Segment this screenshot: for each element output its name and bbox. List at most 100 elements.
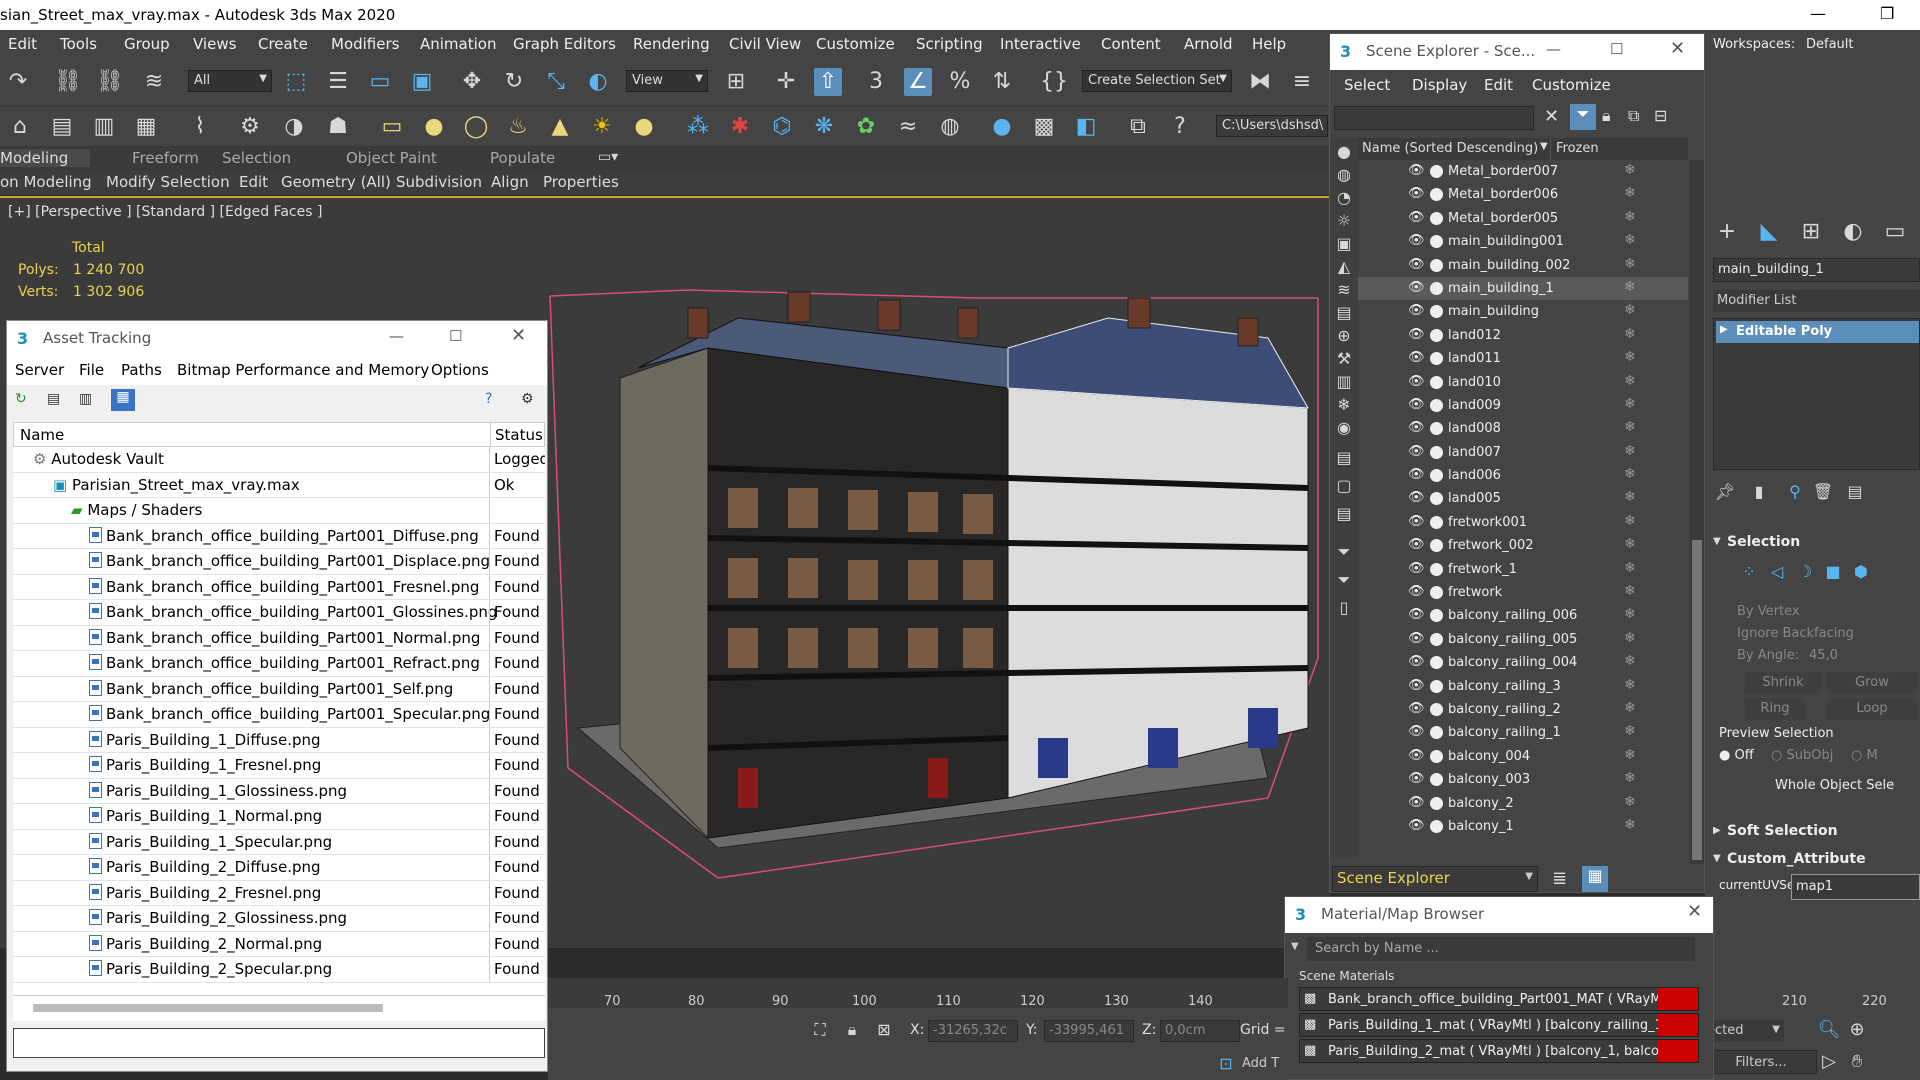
menu-scripting[interactable]: Scripting bbox=[916, 35, 983, 53]
container-icon[interactable]: ⌂ bbox=[6, 113, 34, 141]
layers-icon[interactable]: ≣ bbox=[1552, 868, 1567, 889]
menu-interactive[interactable]: Interactive bbox=[1000, 35, 1081, 53]
curve-editor-icon[interactable]: ⌇ bbox=[186, 113, 214, 141]
freeze-icon[interactable]: ❄ bbox=[1624, 630, 1636, 646]
visibility-eye-icon[interactable]: 👁︎ bbox=[1408, 818, 1425, 833]
render-toggle-icon[interactable] bbox=[1430, 749, 1443, 763]
hidden-filter-icon[interactable]: ◉ bbox=[1330, 414, 1358, 442]
maximize-button[interactable]: ☐ bbox=[449, 327, 462, 345]
visibility-eye-icon[interactable]: 👁︎ bbox=[1408, 795, 1425, 810]
freeze-icon[interactable]: ❄ bbox=[1624, 770, 1636, 786]
render-toggle-icon[interactable] bbox=[1430, 328, 1443, 342]
detail-view-icon[interactable]: ▥ bbox=[79, 391, 92, 407]
visibility-eye-icon[interactable]: 👁︎ bbox=[1408, 233, 1425, 248]
layers-icon[interactable]: ⧉ bbox=[1124, 113, 1152, 141]
edge-mode-icon[interactable]: ◁ bbox=[1763, 558, 1791, 586]
scene-object-row[interactable]: 👁︎ main_building ❄ bbox=[1358, 300, 1688, 323]
visibility-eye-icon[interactable]: 👁︎ bbox=[1408, 350, 1425, 365]
keyboard-shortcut-override-icon[interactable]: ⇧ bbox=[814, 68, 842, 96]
sphere-icon[interactable]: ● bbox=[420, 113, 448, 141]
play-icon[interactable]: ▷ bbox=[1815, 1048, 1843, 1076]
preview-subobj-radio[interactable]: ○ SubObj bbox=[1771, 748, 1833, 763]
asset-row[interactable]: Bank_branch_office_building_Part001_Self… bbox=[13, 676, 545, 702]
timeline-ruler[interactable]: 70 80 90 100 110 120 130 140 bbox=[548, 978, 1288, 1009]
freeze-icon[interactable]: ❄ bbox=[1624, 396, 1636, 412]
visibility-eye-icon[interactable]: 👁︎ bbox=[1408, 374, 1425, 389]
hierarchy-icon[interactable]: ⧉ bbox=[1628, 106, 1639, 126]
panel-modify-selection[interactable]: Modify Selection bbox=[106, 173, 230, 191]
asset-row[interactable]: Paris_Building_1_Fresnel.png Found bbox=[13, 753, 545, 779]
menu-civil-view[interactable]: Civil View bbox=[729, 35, 801, 53]
expand-arrow-icon[interactable]: ▶ bbox=[1720, 324, 1728, 335]
visibility-eye-icon[interactable]: 👁︎ bbox=[1408, 514, 1425, 529]
fur-icon[interactable]: ≈ bbox=[894, 113, 922, 141]
asset-row[interactable]: Bank_branch_office_building_Part001_Fres… bbox=[13, 574, 545, 600]
collapse-arrow-icon[interactable]: ▼ bbox=[1713, 536, 1721, 547]
render-toggle-icon[interactable] bbox=[1430, 726, 1443, 740]
rectangular-selection-icon[interactable]: ▭ bbox=[366, 68, 394, 96]
menu-edit[interactable]: Edit bbox=[1484, 76, 1513, 94]
visibility-eye-icon[interactable]: 👁︎ bbox=[1408, 607, 1425, 622]
cylinder-icon[interactable]: ◯ bbox=[462, 113, 490, 141]
refresh-icon[interactable]: ↻ bbox=[15, 391, 27, 407]
polygon-mode-icon[interactable]: ■ bbox=[1819, 558, 1847, 586]
menu-bitmap-performance[interactable]: Bitmap Performance and Memory bbox=[177, 361, 429, 379]
scene-object-row[interactable]: 👁︎ balcony_railing_1 ❄ bbox=[1358, 721, 1688, 744]
scene-view-icon[interactable]: ▦ bbox=[1582, 866, 1608, 892]
project-path-field[interactable]: C:\Users\dshsd\ bbox=[1216, 115, 1328, 137]
horizontal-scrollbar[interactable] bbox=[13, 995, 545, 1021]
render-toggle-icon[interactable] bbox=[1430, 188, 1443, 202]
add-time-tag-icon[interactable]: ⊡ bbox=[1212, 1050, 1240, 1078]
asset-row[interactable]: Paris_Building_1_Glossiness.png Found bbox=[13, 778, 545, 804]
freeze-icon[interactable]: ❄ bbox=[1624, 653, 1636, 669]
isolate-selection-icon[interactable]: ⛶ bbox=[806, 1016, 834, 1044]
freeze-icon[interactable]: ❄ bbox=[1624, 466, 1636, 482]
preview-multi-radio[interactable]: ○ M bbox=[1851, 748, 1878, 763]
freeze-icon[interactable]: ❄ bbox=[1624, 279, 1636, 295]
visibility-eye-icon[interactable]: 👁︎ bbox=[1408, 397, 1425, 412]
scene-object-row[interactable]: 👁︎ Metal_border005 ❄ bbox=[1358, 207, 1688, 230]
scene-object-row[interactable]: 👁︎ balcony_004 ❄ bbox=[1358, 745, 1688, 768]
menu-select[interactable]: Select bbox=[1344, 76, 1390, 94]
freeze-icon[interactable]: ❄ bbox=[1624, 513, 1636, 529]
selection-rollout-title[interactable]: Selection bbox=[1727, 534, 1800, 550]
render-toggle-icon[interactable] bbox=[1430, 469, 1443, 483]
selection-lock-dropdown[interactable]: ected ▼ bbox=[1704, 1020, 1784, 1042]
visibility-eye-icon[interactable]: 👁︎ bbox=[1408, 210, 1425, 225]
menu-options[interactable]: Options bbox=[431, 361, 489, 379]
current-uvset-input[interactable]: map1 bbox=[1791, 874, 1920, 900]
scale-icon[interactable]: ⤡ bbox=[542, 68, 570, 96]
render-toggle-icon[interactable] bbox=[1430, 656, 1443, 670]
expand-arrow-icon[interactable]: ▶ bbox=[1713, 825, 1721, 836]
scene-explorer-titlebar[interactable]: 3 Scene Explorer - Sce... — ☐ ✕ bbox=[1330, 34, 1704, 70]
tab-populate[interactable]: Populate bbox=[490, 149, 555, 167]
menu-create[interactable]: Create bbox=[258, 35, 308, 53]
minimize-button[interactable]: — bbox=[389, 327, 404, 345]
light-icon[interactable]: ● bbox=[630, 113, 658, 141]
minimize-button[interactable]: — bbox=[1810, 4, 1826, 23]
asset-row[interactable]: Bank_branch_office_building_Part001_Norm… bbox=[13, 625, 545, 651]
column-name[interactable]: Name bbox=[20, 426, 64, 444]
visibility-eye-icon[interactable]: 👁︎ bbox=[1408, 678, 1425, 693]
restore-button[interactable]: ❐ bbox=[1880, 4, 1894, 23]
menu-rendering[interactable]: Rendering bbox=[633, 35, 710, 53]
column-name-sorted[interactable]: Name (Sorted Descending) bbox=[1362, 141, 1538, 156]
scene-search-input[interactable] bbox=[1334, 106, 1534, 130]
column-divider[interactable] bbox=[490, 423, 491, 446]
render-toggle-icon[interactable] bbox=[1430, 492, 1443, 506]
menu-tools[interactable]: Tools bbox=[60, 35, 97, 53]
display-dependencies-icon[interactable]: ▤ bbox=[1330, 500, 1358, 528]
scene-scrollbar[interactable] bbox=[1690, 160, 1704, 864]
render-toggle-icon[interactable] bbox=[1430, 281, 1443, 295]
scene-object-row[interactable]: 👁︎ main_building_1 ❄ bbox=[1358, 276, 1688, 301]
create-tab-icon[interactable]: + bbox=[1713, 218, 1741, 246]
render-icon[interactable]: ☗ bbox=[324, 113, 352, 141]
scene-object-row[interactable]: 👁︎ Metal_border007 ❄ bbox=[1358, 160, 1688, 183]
freeze-icon[interactable]: ❄ bbox=[1624, 700, 1636, 716]
freeze-icon[interactable]: ❄ bbox=[1624, 349, 1636, 365]
render-toggle-icon[interactable] bbox=[1430, 375, 1443, 389]
column-status[interactable]: Status bbox=[495, 426, 543, 444]
table-view-icon[interactable]: ▦ bbox=[111, 389, 135, 411]
render-toggle-icon[interactable] bbox=[1430, 796, 1443, 810]
selection-lock-icon[interactable]: 🔒︎ bbox=[838, 1016, 866, 1044]
